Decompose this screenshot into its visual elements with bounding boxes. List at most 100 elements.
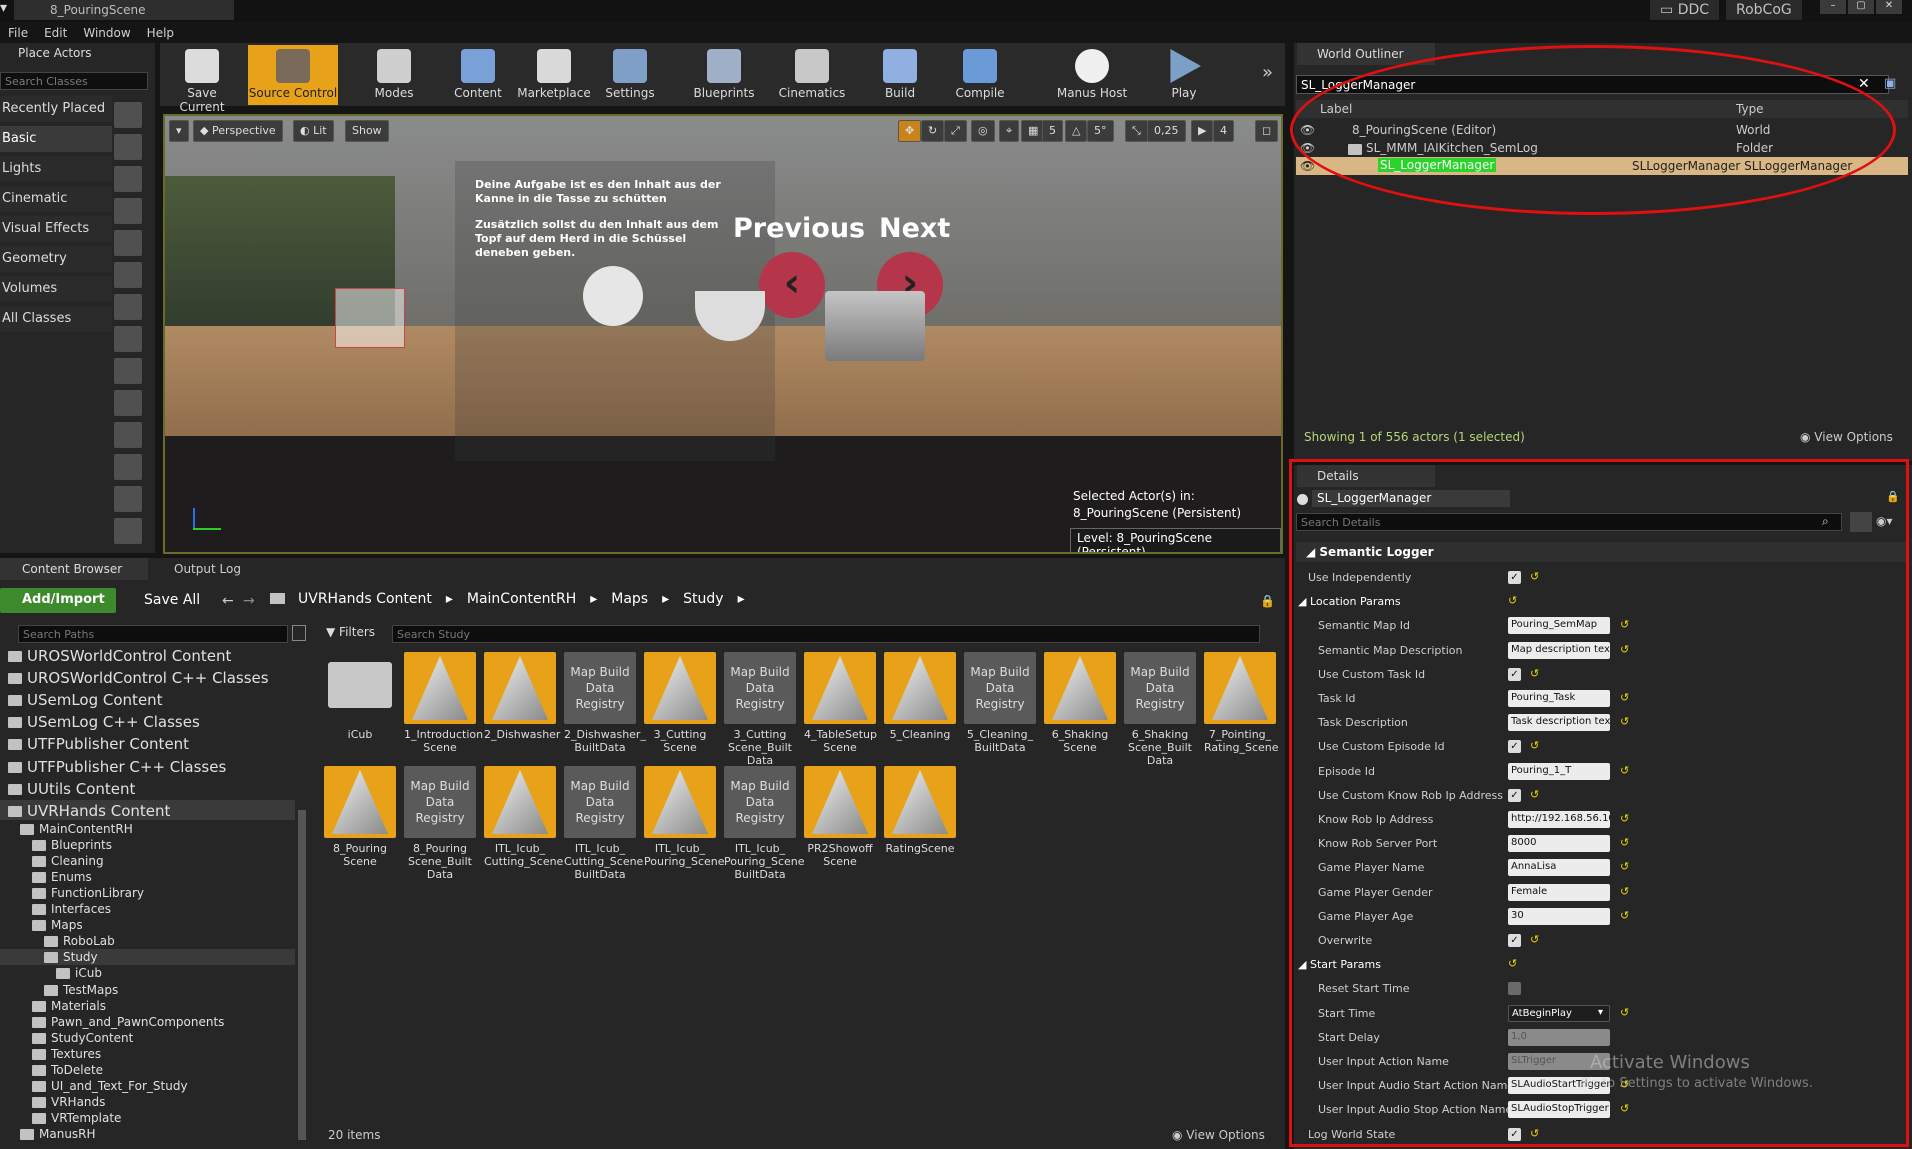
minimize-button[interactable]: – [1820, 0, 1846, 14]
surface-snap-icon[interactable]: ⌖ [999, 120, 1020, 142]
add-folder-icon[interactable]: ▣ [1884, 76, 1896, 91]
lit-button[interactable]: ◐ Lit [293, 120, 334, 142]
content-view-options[interactable]: ◉ View Options [1172, 1128, 1265, 1142]
rotation-snap-value[interactable]: 5° [1087, 120, 1114, 142]
outliner-view-options[interactable]: ◉ View Options [1800, 430, 1893, 444]
asset-tile[interactable]: Map Build Data Registry ITL_Icub_ Pouring… [724, 766, 805, 881]
tree-item[interactable]: Materials [0, 998, 295, 1014]
toolbar-overflow-icon[interactable]: » [1262, 62, 1273, 83]
tree-scrollbar[interactable] [298, 810, 306, 1140]
tree-item[interactable]: Blueprints [0, 837, 295, 853]
manus-host-button[interactable]: Manus Host [1050, 45, 1134, 105]
output-log-tab[interactable]: Output Log [150, 558, 290, 580]
scale-snap-value[interactable]: 0,25 [1147, 120, 1186, 142]
scale-tool-icon[interactable]: ⤢ [944, 120, 967, 142]
camera-speed-icon[interactable]: ▶ [1191, 120, 1214, 142]
marketplace-button[interactable]: Marketplace [510, 45, 598, 105]
blueprints-button[interactable]: Blueprints [688, 45, 760, 105]
close-button[interactable]: ✕ [1876, 0, 1902, 14]
tree-item[interactable]: UVRHands Content [0, 799, 295, 820]
tree-item[interactable]: Maps [0, 917, 295, 933]
translate-tool-icon[interactable]: ✥ [898, 120, 922, 142]
menu-file[interactable]: File [0, 22, 36, 43]
filters-button[interactable]: ▼ Filters [326, 625, 375, 639]
tree-item[interactable]: Pawn_and_PawnComponents [0, 1014, 295, 1030]
crumb-maincontent[interactable]: MainContentRH [467, 591, 576, 607]
asset-tile[interactable]: RatingScene [884, 766, 956, 855]
tree-item[interactable]: Cleaning [0, 853, 295, 869]
tree-item[interactable]: ManusRH [0, 1126, 295, 1142]
content-button[interactable]: Content [442, 45, 514, 105]
actor-thumb[interactable] [114, 102, 142, 128]
actor-thumb[interactable] [114, 326, 142, 352]
actor-thumb[interactable] [114, 166, 142, 192]
tree-item[interactable]: Textures [0, 1046, 295, 1062]
rotation-snap-icon[interactable]: △ [1065, 120, 1088, 142]
tree-item[interactable]: VRHands [0, 1094, 295, 1110]
tree-item[interactable]: Interfaces [0, 901, 295, 917]
viewport-options-button[interactable]: ▾ [169, 120, 189, 142]
category-visual-effects[interactable]: Visual Effects [0, 216, 112, 242]
asset-tile[interactable]: iCub [324, 652, 396, 741]
asset-tile[interactable]: 6_Shaking Scene [1044, 652, 1116, 754]
document-tab[interactable]: 8_PouringScene [14, 0, 234, 20]
tree-item[interactable]: VRTemplate [0, 1110, 295, 1126]
crumb-study[interactable]: Study [683, 591, 723, 607]
actor-thumb[interactable] [114, 198, 142, 224]
level-viewport[interactable]: Deine Aufgabe ist es den Inhalt aus der … [163, 114, 1283, 554]
asset-tile[interactable]: Map Build Data Registry 3_Cutting Scene_B… [724, 652, 796, 767]
menu-help[interactable]: Help [139, 22, 182, 43]
menu-window[interactable]: Window [75, 22, 138, 43]
asset-tile[interactable]: 7_Pointing_ Rating_Scene [1204, 652, 1279, 754]
save-all-button[interactable]: Save All [124, 588, 200, 608]
add-import-button[interactable]: Add/Import [0, 588, 116, 613]
asset-tile[interactable]: 8_Pouring Scene [324, 766, 396, 868]
tree-item[interactable]: UROSWorldControl C++ Classes [0, 667, 295, 687]
actor-thumb[interactable] [114, 134, 142, 160]
tree-item[interactable]: FunctionLibrary [0, 885, 295, 901]
asset-tile[interactable]: ITL_Icub_ Pouring_Scene [644, 766, 725, 868]
cinematics-button[interactable]: Cinematics [770, 45, 854, 105]
tree-item[interactable]: MainContentRH [0, 821, 295, 837]
play-button[interactable]: Play [1148, 45, 1220, 105]
actor-thumb[interactable] [114, 358, 142, 384]
category-geometry[interactable]: Geometry [0, 246, 112, 272]
actor-thumb[interactable] [114, 454, 142, 480]
grid-size[interactable]: 5 [1042, 120, 1063, 142]
tree-item[interactable]: StudyContent [0, 1030, 295, 1046]
actor-thumb[interactable] [114, 486, 142, 512]
tree-item[interactable]: USemLog C++ Classes [0, 711, 295, 731]
tree-item[interactable]: ToDelete [0, 1062, 295, 1078]
lock-icon[interactable]: 🔒 [1260, 594, 1275, 608]
save-current-button[interactable]: Save Current [166, 45, 238, 114]
actor-thumb[interactable] [114, 390, 142, 416]
asset-tile[interactable]: Map Build Data Registry 5_Cleaning_ Built… [964, 652, 1036, 754]
asset-tile[interactable]: Map Build Data Registry ITL_Icub_ Cutting… [564, 766, 643, 881]
place-actors-tab[interactable]: Place Actors [0, 43, 110, 63]
tree-item[interactable]: RoboLab [0, 933, 295, 949]
rotate-tool-icon[interactable]: ↻ [921, 120, 945, 142]
tree-item[interactable]: UTFPublisher Content [0, 733, 295, 753]
tree-item[interactable]: Study [0, 949, 295, 966]
tree-item[interactable]: Enums [0, 869, 295, 885]
modes-button[interactable]: Modes [358, 45, 430, 105]
maximize-viewport-icon[interactable]: ◻ [1255, 120, 1279, 142]
actor-thumb[interactable] [114, 262, 142, 288]
ddc-button[interactable]: ▭ DDC [1650, 0, 1720, 20]
build-button[interactable]: Build [864, 45, 936, 105]
tree-item[interactable]: USemLog Content [0, 689, 295, 709]
perspective-button[interactable]: ◆ Perspective [193, 120, 283, 142]
source-control-button[interactable]: Source Control [248, 45, 338, 105]
menu-edit[interactable]: Edit [36, 22, 75, 43]
category-recently-placed[interactable]: Recently Placed [0, 96, 112, 122]
content-browser-tab[interactable]: Content Browser [0, 558, 148, 580]
search-paths-input[interactable]: Search Paths [18, 625, 288, 643]
asset-tile[interactable]: 4_TableSetup Scene [804, 652, 877, 754]
category-cinematic[interactable]: Cinematic [0, 186, 112, 212]
tree-item[interactable]: UROSWorldControl Content [0, 645, 295, 665]
crumb-maps[interactable]: Maps [611, 591, 648, 607]
asset-tile[interactable]: PR2Showoff Scene [804, 766, 876, 868]
tree-item[interactable]: UI_and_Text_For_Study [0, 1078, 295, 1094]
path-options-icon[interactable] [292, 625, 306, 641]
scale-snap-icon[interactable]: ⤡ [1125, 120, 1148, 142]
